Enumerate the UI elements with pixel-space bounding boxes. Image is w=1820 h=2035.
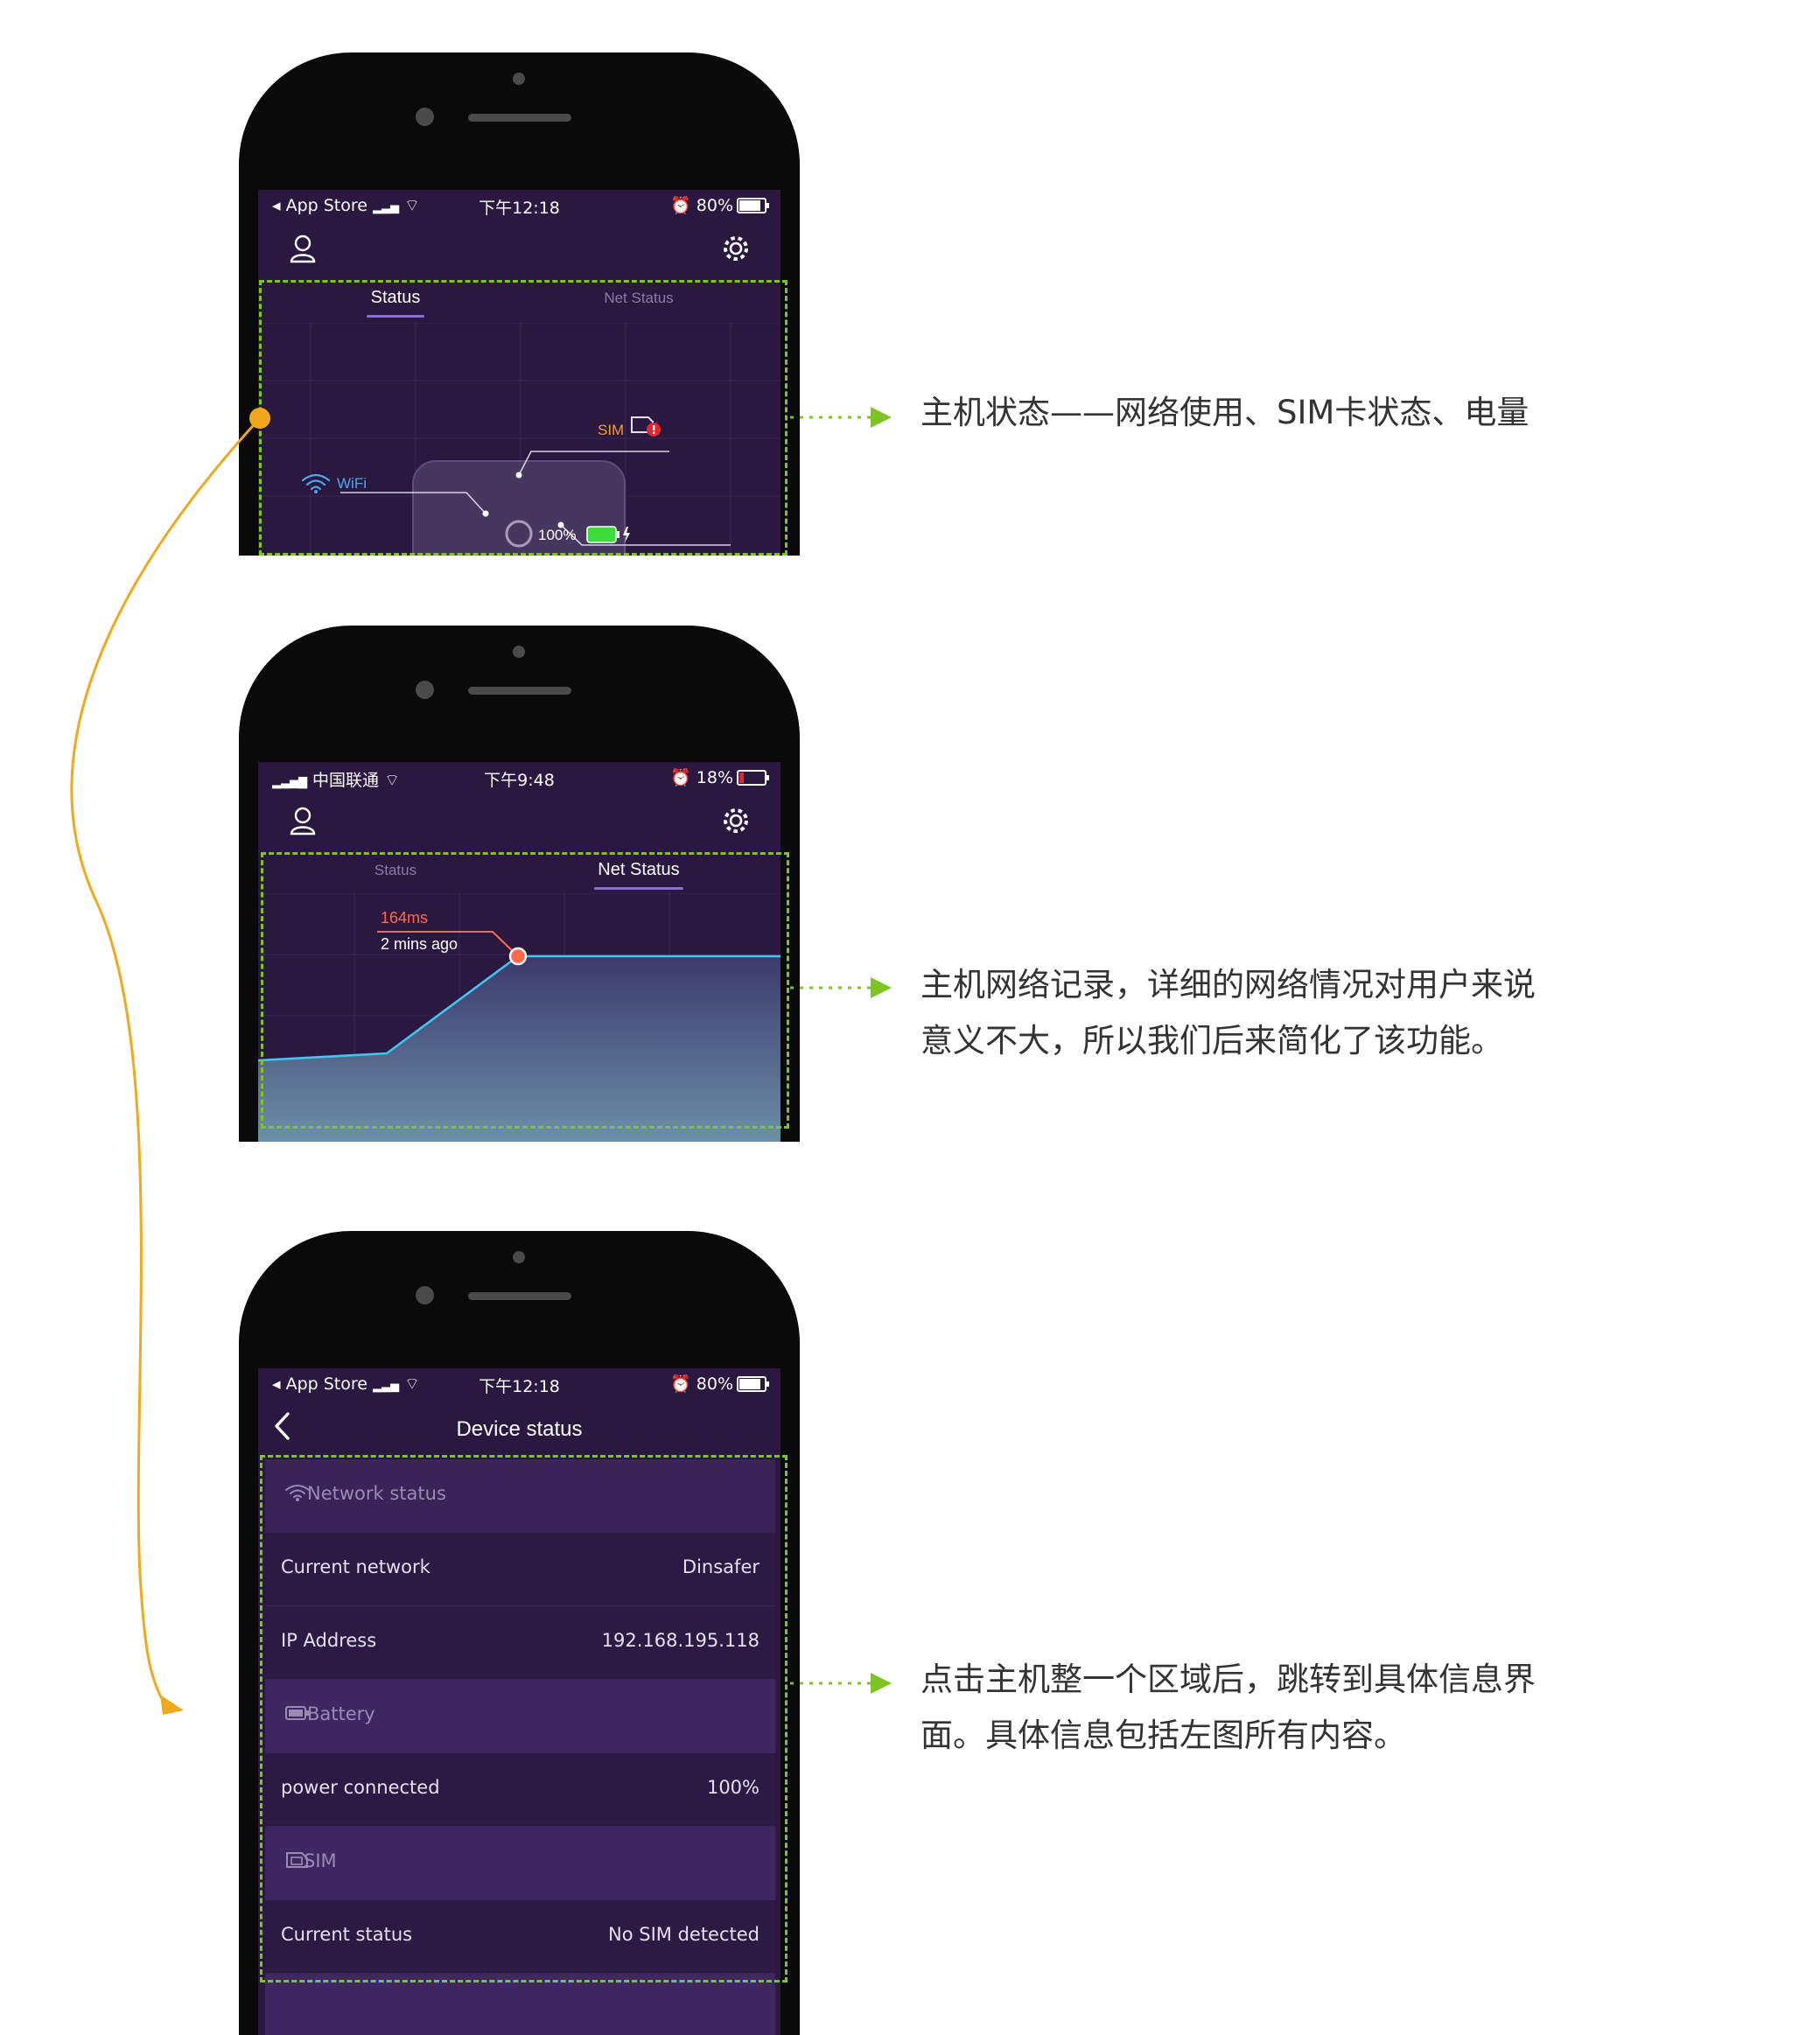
- callout-status: 主机状态——网络使用、SIM卡状态、电量: [920, 385, 1529, 441]
- callout-line: 主机状态——网络使用、SIM卡状态、电量: [920, 394, 1530, 431]
- callout-line: 意义不大，所以我们后来简化了该功能。: [920, 1022, 1503, 1059]
- callout-line: 面。具体信息包括左图所有内容。: [920, 1717, 1406, 1754]
- callout-net-status: 主机网络记录，详细的网络情况对用户来说 意义不大，所以我们后来简化了该功能。: [920, 957, 1536, 1069]
- annotation-connectors: [70, 407, 892, 1715]
- callout-device-status: 点击主机整一个区域后，跳转到具体信息界 面。具体信息包括左图所有内容。: [920, 1652, 1536, 1764]
- callout-line: 主机网络记录，详细的网络情况对用户来说: [920, 966, 1536, 1004]
- callout-line: 点击主机整一个区域后，跳转到具体信息界: [920, 1661, 1536, 1698]
